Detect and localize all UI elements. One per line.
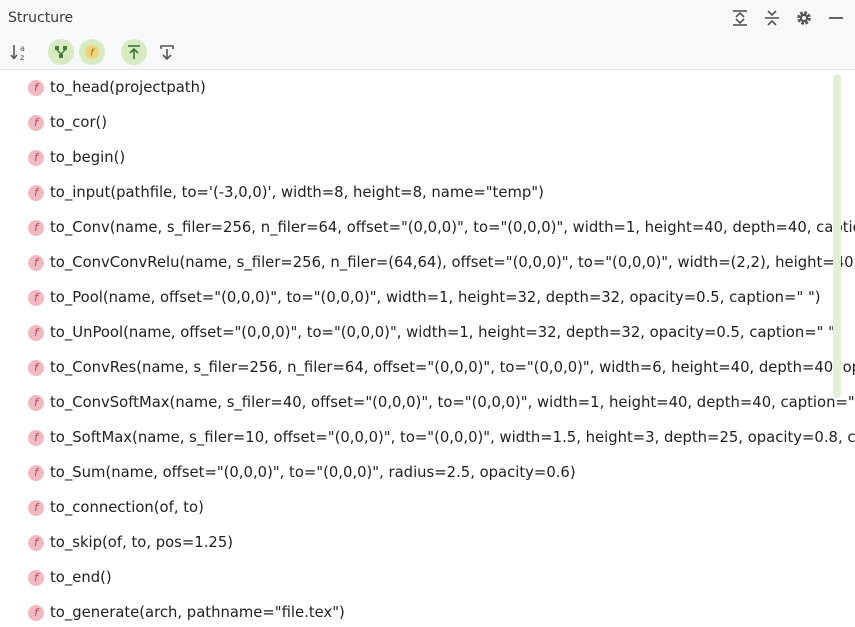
function-icon: f <box>28 254 44 271</box>
function-icon: f <box>28 149 44 166</box>
function-signature: to_Sum(name, offset="(0,0,0)", to="(0,0,… <box>50 464 576 481</box>
sort-alphabetically-icon: a z <box>10 44 25 62</box>
list-item[interactable]: f to_generate(arch, pathname="file.tex") <box>0 595 855 627</box>
function-icon: f <box>28 394 44 411</box>
svg-text:a: a <box>20 44 25 53</box>
function-signature: to_ConvConvRelu(name, s_filer=256, n_fil… <box>50 254 855 271</box>
function-signature: to_UnPool(name, offset="(0,0,0)", to="(0… <box>50 324 841 341</box>
function-icon: f <box>28 289 44 306</box>
function-signature: to_head(projectpath) <box>50 79 206 96</box>
function-signature: to_connection(of, to) <box>50 499 204 516</box>
function-signature: to_skip(of, to, pos=1.25) <box>50 534 234 551</box>
show-inherited-toggle[interactable] <box>48 39 74 65</box>
function-icon: f <box>28 184 44 201</box>
list-item[interactable]: f to_Sum(name, offset="(0,0,0)", to="(0,… <box>0 455 855 490</box>
panel-title: Structure <box>8 10 74 26</box>
show-inherited-icon <box>55 46 67 58</box>
header-actions <box>719 0 847 35</box>
list-item[interactable]: f to_skip(of, to, pos=1.25) <box>0 525 855 560</box>
function-icon: f <box>28 324 44 341</box>
show-fields-icon: f <box>85 45 99 59</box>
collapse-all-icon <box>765 9 779 26</box>
function-icon: f <box>28 79 44 96</box>
structure-toolbar: a z f <box>0 35 855 70</box>
function-icon: f <box>28 499 44 516</box>
expand-all-button[interactable] <box>729 7 751 29</box>
gear-icon <box>797 10 811 25</box>
function-icon: f <box>28 429 44 446</box>
function-icon: f <box>28 569 44 586</box>
settings-button[interactable] <box>793 7 815 29</box>
function-icon: f <box>28 464 44 481</box>
list-item[interactable]: f to_Pool(name, offset="(0,0,0)", to="(0… <box>0 280 855 315</box>
function-signature: to_cor() <box>50 114 108 131</box>
vertical-scrollbar[interactable] <box>833 74 841 398</box>
function-icon: f <box>28 604 44 621</box>
structure-tree[interactable]: f to_head(projectpath) f to_cor() f to_b… <box>0 70 855 627</box>
function-signature: to_Conv(name, s_filer=256, n_filer=64, o… <box>50 219 855 236</box>
minimize-button[interactable] <box>825 7 847 29</box>
navigate-to-source-button[interactable] <box>154 39 180 65</box>
svg-text:z: z <box>20 53 24 62</box>
collapse-all-button[interactable] <box>761 7 783 29</box>
function-signature: to_ConvSoftMax(name, s_filer=40, offset=… <box>50 394 855 411</box>
list-item[interactable]: f to_ConvRes(name, s_filer=256, n_filer=… <box>0 350 855 385</box>
function-signature: to_Pool(name, offset="(0,0,0)", to="(0,0… <box>50 289 821 306</box>
navigate-from-source-toggle[interactable] <box>121 39 147 65</box>
function-signature: to_end() <box>50 569 112 586</box>
list-item[interactable]: f to_SoftMax(name, s_filer=10, offset="(… <box>0 420 855 455</box>
function-signature: to_ConvRes(name, s_filer=256, n_filer=64… <box>50 359 855 376</box>
list-item[interactable]: f to_cor() <box>0 105 855 140</box>
function-icon: f <box>28 534 44 551</box>
function-icon: f <box>28 359 44 376</box>
list-item[interactable]: f to_ConvSoftMax(name, s_filer=40, offse… <box>0 385 855 420</box>
expand-all-icon <box>733 9 747 26</box>
list-item[interactable]: f to_head(projectpath) <box>0 70 855 105</box>
navigate-to-source-icon <box>160 45 174 61</box>
function-icon: f <box>28 114 44 131</box>
list-item[interactable]: f to_begin() <box>0 140 855 175</box>
sort-alphabetically-button[interactable]: a z <box>6 39 32 65</box>
function-signature: to_generate(arch, pathname="file.tex") <box>50 604 345 621</box>
list-item[interactable]: f to_input(pathfile, to='(-3,0,0)', widt… <box>0 175 855 210</box>
show-fields-toggle[interactable]: f <box>79 39 105 65</box>
function-icon: f <box>28 219 44 236</box>
navigate-from-source-icon <box>128 45 140 59</box>
function-signature: to_begin() <box>50 149 126 166</box>
list-item[interactable]: f to_Conv(name, s_filer=256, n_filer=64,… <box>0 210 855 245</box>
minimize-icon <box>829 16 843 19</box>
function-signature: to_SoftMax(name, s_filer=10, offset="(0,… <box>50 429 855 446</box>
structure-header: Structure <box>0 0 855 35</box>
list-item[interactable]: f to_ConvConvRelu(name, s_filer=256, n_f… <box>0 245 855 280</box>
list-item[interactable]: f to_end() <box>0 560 855 595</box>
function-signature: to_input(pathfile, to='(-3,0,0)', width=… <box>50 184 544 201</box>
list-item[interactable]: f to_UnPool(name, offset="(0,0,0)", to="… <box>0 315 855 350</box>
list-item[interactable]: f to_connection(of, to) <box>0 490 855 525</box>
